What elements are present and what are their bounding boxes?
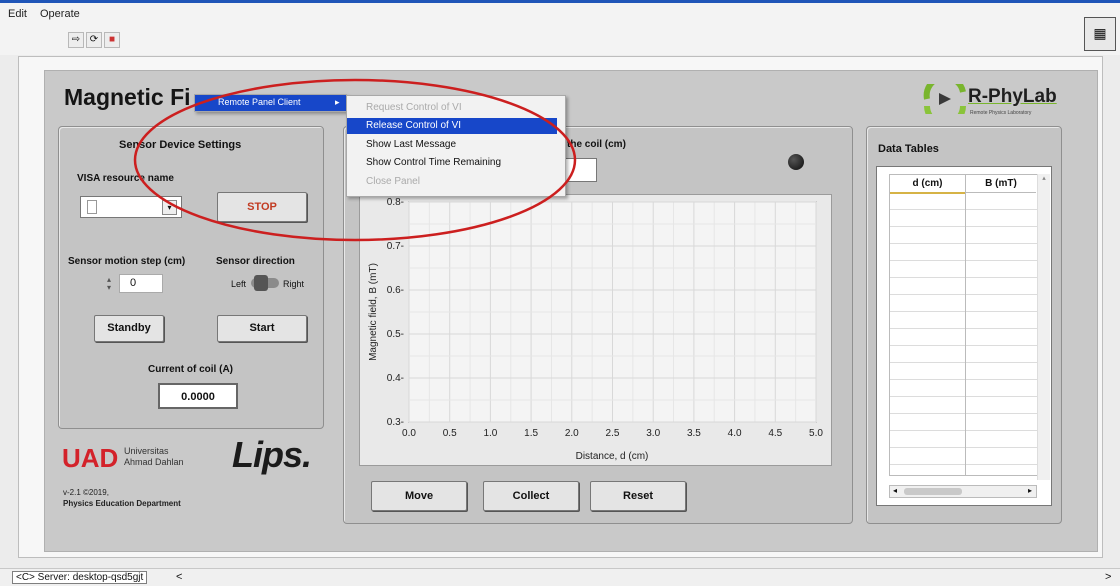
step-label: Sensor motion step (cm) [68,256,186,267]
data-tables-title: Data Tables [878,143,939,155]
uad-logo-text: UAD [62,443,119,473]
table-row[interactable] [890,413,1038,414]
uad-name: Universitas Ahmad Dahlan [124,446,184,468]
x-axis-label: Distance, d (cm) [576,451,649,462]
vi-icon: ▦ [1084,17,1116,51]
uad-line2: Ahmad Dahlan [124,457,184,467]
x-tick-label: 2.5 [606,428,620,439]
start-button[interactable]: Start [217,315,307,342]
table-row[interactable] [890,209,1038,210]
table-row[interactable] [890,362,1038,363]
direction-label: Sensor direction [216,256,295,267]
server-indicator: <C> Server: desktop-qsd5gjt [12,571,148,584]
table-row[interactable] [890,430,1038,431]
x-tick-label: 0.0 [402,428,416,439]
run-arrow-icon[interactable]: ⇨ [68,32,84,48]
step-input[interactable]: 0 [119,274,163,293]
lips-logo-text: Lips. [232,434,312,475]
status-bar: <C> Server: desktop-qsd5gjt < > [0,568,1120,586]
table-row[interactable] [890,447,1038,448]
toggle-knob [254,275,268,291]
y-tick-label: 0.5- [387,329,404,340]
y-tick-label: 0.3- [387,417,404,428]
scroll-left-icon[interactable]: ◂ [893,486,897,495]
table-row[interactable] [890,328,1038,329]
vertical-scrollbar[interactable]: ▴ [1037,174,1050,480]
run-continuous-icon[interactable]: ⟳ [86,32,102,48]
x-tick-label: 3.5 [687,428,701,439]
scroll-thumb[interactable] [904,488,962,495]
x-tick-label: 4.5 [768,428,782,439]
table-row[interactable] [890,226,1038,227]
status-led-icon [788,154,804,170]
column-header-b: B (mT) [966,175,1036,193]
table-row[interactable] [890,311,1038,312]
menu-operate[interactable]: Operate [40,8,80,20]
table-row[interactable] [890,260,1038,261]
stepper-arrows-icon[interactable]: ▴ ▾ [107,276,117,292]
table-grid: d (cm) B (mT) [889,174,1039,476]
y-tick-label: 0.6- [387,285,404,296]
dir-right-label: Right [283,279,305,289]
menu-edit[interactable]: Edit [8,8,27,20]
column-divider [965,175,966,475]
logo-subtitle: Remote Physics Laboratory [970,110,1032,116]
status-scroll-right-icon[interactable]: > [1105,571,1111,583]
scroll-up-icon[interactable]: ▴ [1038,174,1050,182]
x-tick-label: 2.0 [565,428,579,439]
toolbar: ⇨ ⟳ ■ [0,27,1120,55]
x-tick-label: 1.0 [483,428,497,439]
x-tick-label: 5.0 [809,428,823,439]
status-scroll-left-icon[interactable]: < [176,571,182,583]
move-button[interactable]: Move [371,481,467,511]
horizontal-scrollbar[interactable]: ◂ ▸ [889,485,1037,498]
x-tick-label: 0.5 [443,428,457,439]
collect-button[interactable]: Collect [483,481,579,511]
current-display: 0.0000 [158,383,238,409]
visa-icon [87,200,97,214]
y-tick-label: 0.4- [387,373,404,384]
data-table[interactable]: d (cm) B (mT) ▴ ◂ ▸ [876,166,1052,506]
column-header-d: d (cm) [890,175,965,194]
reset-button[interactable]: Reset [590,481,686,511]
table-row[interactable] [890,396,1038,397]
x-tick-label: 1.5 [524,428,538,439]
uad-line1: Universitas [124,446,169,456]
x-tick-label: 4.0 [728,428,742,439]
r-phylab-logo-icon [923,84,966,114]
table-row[interactable] [890,379,1038,380]
scroll-right-icon[interactable]: ▸ [1028,486,1032,495]
table-row[interactable] [890,464,1038,465]
abort-stop-icon[interactable]: ■ [104,32,120,48]
current-label: Current of coil (A) [148,364,233,375]
dir-left-label: Left [231,279,247,289]
table-row[interactable] [890,243,1038,244]
version-text: v-2.1 ©2019, [63,488,109,497]
table-row[interactable] [890,277,1038,278]
dept-text: Physics Education Department [63,499,181,508]
x-tick-label: 3.0 [646,428,660,439]
table-row[interactable] [890,345,1038,346]
y-axis-label: Magnetic field, B (mT) [368,263,379,361]
standby-button[interactable]: Standby [94,315,164,342]
menubar: Edit Operate [0,3,1120,27]
logo-text: R-PhyLab [968,86,1057,107]
direction-toggle[interactable] [251,275,279,291]
table-row[interactable] [890,294,1038,295]
annotation-oval [133,78,577,242]
